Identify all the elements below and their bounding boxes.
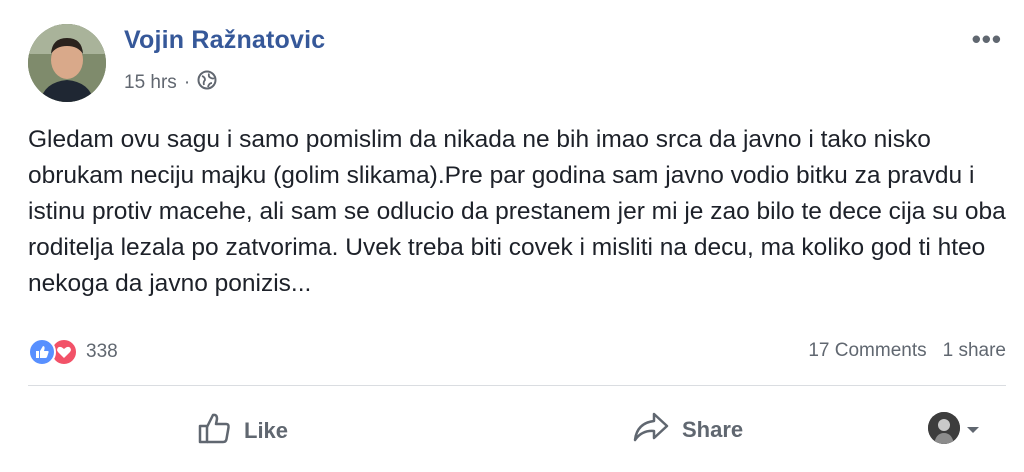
facebook-post-card: Vojin Ražnatovic 15 hrs · ••• Gledam ovu… <box>0 0 1024 472</box>
share-arrow-icon <box>632 410 670 450</box>
actions-divider <box>28 385 1006 386</box>
viewer-avatar <box>928 412 960 444</box>
globe-icon[interactable] <box>197 70 217 96</box>
post-actions-bar: Like Share <box>0 400 1024 460</box>
post-timestamp[interactable]: 15 hrs <box>124 72 177 94</box>
author-avatar[interactable] <box>28 24 106 102</box>
more-options-button[interactable]: ••• <box>972 24 1002 55</box>
like-button[interactable]: Like <box>196 410 288 452</box>
like-button-label: Like <box>244 418 289 443</box>
shares-count-link[interactable]: 1 share <box>943 340 1006 362</box>
post-stats: 17 Comments 1 share <box>808 340 1006 362</box>
share-button-label: Share <box>682 417 744 442</box>
author-name[interactable]: Vojin Ražnatovic <box>124 26 325 55</box>
post-body-text: Gledam ovu sagu i samo pomislim da nikad… <box>28 126 1006 297</box>
reaction-count: 338 <box>86 341 118 362</box>
thumbs-up-icon <box>196 410 232 452</box>
like-reaction-icon <box>28 338 56 366</box>
meta-separator: · <box>183 72 191 93</box>
post-meta: 15 hrs · <box>124 70 217 96</box>
reactions-summary[interactable]: 338 <box>28 336 118 368</box>
share-button[interactable]: Share <box>632 410 743 450</box>
chevron-down-icon <box>966 415 980 441</box>
react-as-selector[interactable] <box>928 412 980 444</box>
comments-count-link[interactable]: 17 Comments <box>808 340 926 362</box>
